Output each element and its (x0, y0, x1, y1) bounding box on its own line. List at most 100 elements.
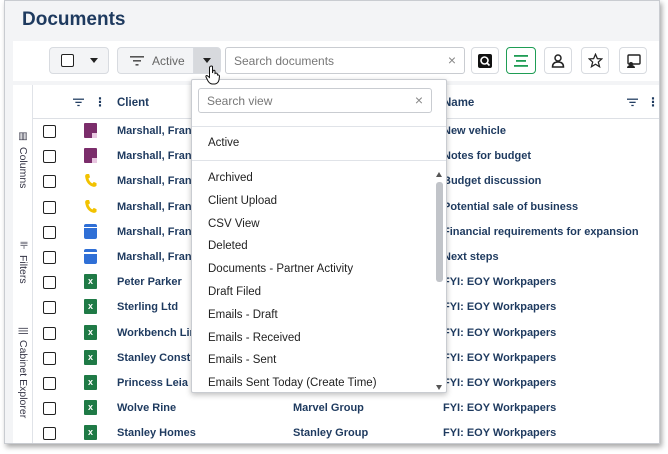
tab-filters[interactable]: ⊪ Filters (13, 241, 33, 283)
row-checkbox[interactable] (43, 251, 56, 264)
scroll-up-icon[interactable] (436, 172, 442, 177)
filter-lines-icon[interactable] (73, 98, 84, 107)
contact-card-button[interactable] (619, 47, 647, 74)
row-client[interactable]: Peter Parker (117, 276, 182, 288)
columns-icon: ▥ (17, 131, 29, 142)
row-client[interactable]: Stanley Constru (117, 352, 201, 364)
row-document-name[interactable]: Budget discussion (443, 175, 541, 187)
tab-columns[interactable]: ▥ Columns (13, 131, 33, 188)
table-row[interactable]: x Stanley Homes Stanley Group FYI: EOY Work… (33, 421, 659, 443)
row-client[interactable]: Marshall, Frank (117, 150, 198, 162)
tab-filters-label: Filters (17, 254, 29, 284)
row-document-name[interactable]: FYI: EOY Workpapers (443, 427, 556, 439)
list-view-toggle[interactable] (506, 47, 536, 74)
table-row[interactable]: x Wolve Rine Marvel Group FYI: EOY Workpape… (33, 396, 659, 421)
excel-icon: x (84, 274, 97, 290)
select-all-checkbox[interactable] (60, 54, 74, 67)
tab-cabinet-explorer[interactable]: ||| Cabinet Explorer (13, 327, 33, 418)
column-menu-icon[interactable]: ⋮ (94, 95, 106, 109)
hand-cursor-icon (205, 65, 221, 85)
dropdown-scrollbar[interactable] (434, 172, 444, 390)
row-checkbox[interactable] (43, 150, 56, 164)
row-document-name[interactable]: Potential sale of business (443, 201, 578, 213)
tab-columns-label: Columns (17, 147, 29, 189)
scroll-down-icon[interactable] (436, 385, 442, 390)
view-search-input[interactable]: Search view × (198, 88, 432, 113)
filter-lines-icon[interactable] (627, 98, 638, 107)
user-icon (551, 53, 565, 68)
view-option-active[interactable]: Active (208, 137, 239, 149)
search-placeholder: Search documents (234, 54, 335, 68)
note-icon (84, 123, 97, 138)
row-client[interactable]: Princess Leia O (117, 377, 200, 389)
clear-search-icon[interactable]: × (448, 52, 456, 68)
column-menu-icon[interactable]: ⋮ (647, 95, 659, 109)
row-checkbox[interactable] (43, 175, 56, 189)
view-selector-label: Active (152, 53, 185, 68)
view-option[interactable]: Emails - Sent (208, 354, 276, 366)
row-client[interactable]: Marshall, Frank (117, 175, 198, 187)
row-client-group: Stanley Group (293, 427, 369, 440)
row-client[interactable]: Marshall, Frank (117, 251, 198, 263)
row-client[interactable]: Sterling Ltd (117, 301, 178, 313)
contact-card-icon (627, 53, 641, 68)
row-checkbox[interactable] (43, 427, 56, 441)
star-icon (587, 53, 603, 68)
row-document-name[interactable]: FYI: EOY Workpapers (443, 402, 556, 414)
tab-cabinet-explorer-label: Cabinet Explorer (17, 339, 29, 419)
row-document-name[interactable]: Notes for budget (443, 150, 531, 162)
row-checkbox[interactable] (43, 351, 56, 365)
view-selector[interactable]: Active (117, 47, 193, 74)
row-checkbox[interactable] (43, 326, 56, 340)
row-document-name[interactable]: FYI: EOY Workpapers (443, 352, 556, 364)
documents-window: Documents Active Search documents × ▥ Co… (4, 0, 660, 444)
row-checkbox[interactable] (43, 200, 56, 214)
row-checkbox[interactable] (43, 402, 56, 416)
row-document-name[interactable]: New vehicle (443, 125, 506, 137)
row-client[interactable]: Marshall, Frank (117, 201, 198, 213)
row-checkbox[interactable] (43, 377, 56, 390)
favorite-button[interactable] (581, 47, 609, 74)
excel-icon: x (84, 349, 97, 365)
row-client[interactable]: Stanley Homes (117, 427, 196, 439)
row-document-name[interactable]: FYI: EOY Workpapers (443, 327, 556, 339)
row-client[interactable]: Marshall, Frank (117, 226, 198, 238)
row-document-name[interactable]: FYI: EOY Workpapers (443, 276, 556, 288)
select-all-button[interactable] (49, 47, 109, 74)
search-input[interactable]: Search documents × (225, 47, 465, 74)
phone-icon (85, 199, 97, 213)
row-client-group: Marvel Group (293, 402, 364, 415)
column-header-name[interactable]: Name (443, 97, 474, 109)
column-header-client[interactable]: Client (117, 97, 149, 109)
advanced-search-button[interactable] (471, 47, 499, 74)
view-option[interactable]: Emails - Draft (208, 309, 278, 321)
row-checkbox[interactable] (43, 225, 56, 239)
row-checkbox[interactable] (43, 125, 56, 138)
scroll-thumb[interactable] (436, 182, 443, 282)
view-option[interactable]: Draft Filed (208, 286, 261, 298)
view-option[interactable]: Client Upload (208, 195, 277, 207)
row-client[interactable]: Workbench Lim (117, 327, 199, 339)
row-document-name[interactable]: FYI: EOY Workpapers (443, 377, 556, 389)
view-dropdown-menu: Search view × Active Archived Client Uplo… (191, 79, 447, 393)
filter-lines-icon (130, 55, 144, 66)
divider (192, 160, 446, 161)
row-document-name[interactable]: FYI: EOY Workpapers (443, 301, 556, 313)
row-checkbox[interactable] (43, 301, 56, 315)
row-checkbox[interactable] (43, 276, 56, 290)
row-document-name[interactable]: Next steps (443, 251, 499, 263)
view-option[interactable]: Deleted (208, 240, 248, 252)
view-option[interactable]: Archived (208, 172, 253, 184)
row-document-name[interactable]: Financial requirements for expansion (443, 226, 639, 238)
row-client[interactable]: Wolve Rine (117, 402, 176, 414)
view-option[interactable]: Documents - Partner Activity (208, 263, 353, 275)
row-client[interactable]: Marshall, Frank (117, 125, 198, 137)
chevron-down-icon (89, 58, 98, 63)
clear-view-search-icon[interactable]: × (415, 92, 423, 108)
view-option[interactable]: CSV View (208, 218, 260, 230)
view-option[interactable]: Emails Sent Today (Create Time) (208, 377, 377, 389)
excel-icon: x (84, 425, 97, 441)
phone-icon (85, 174, 97, 188)
user-filter-button[interactable] (544, 47, 572, 74)
view-option[interactable]: Emails - Received (208, 332, 301, 344)
